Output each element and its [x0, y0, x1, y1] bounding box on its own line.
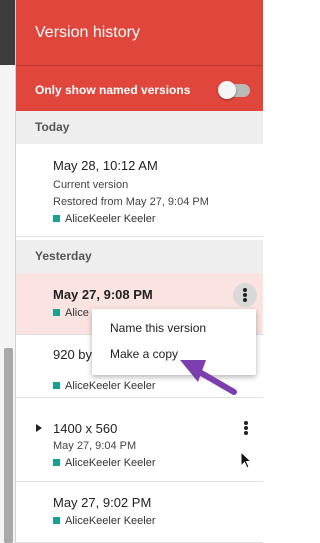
version-title: 1400 x 560: [53, 421, 118, 436]
author-color-square: [53, 309, 60, 316]
named-versions-toggle[interactable]: [215, 79, 255, 101]
version-history-panel: Version history Only show named versions…: [15, 0, 263, 543]
version-item[interactable]: 1400 x 560 May 27, 9:04 PM AliceKeeler K…: [16, 398, 263, 482]
named-versions-label: Only show named versions: [35, 83, 191, 97]
more-vert-icon[interactable]: [234, 416, 258, 440]
version-author: AliceKeeler Keeler: [53, 380, 156, 392]
version-title: May 28, 10:12 AM: [53, 158, 158, 173]
version-author: Alice: [53, 307, 89, 319]
author-color-square: [53, 215, 60, 222]
author-name: AliceKeeler Keeler: [65, 457, 156, 469]
author-color-square: [53, 382, 60, 389]
header-divider: [16, 65, 263, 66]
more-vert-icon[interactable]: [233, 283, 257, 307]
annotation-arrow: [180, 360, 237, 395]
panel-title: Version history: [35, 24, 140, 41]
author-name: Alice: [65, 307, 89, 319]
background-strip: [0, 0, 15, 543]
mouse-pointer-icon: [240, 451, 253, 469]
toggle-knob: [218, 81, 236, 99]
background-scrollbar[interactable]: [4, 348, 13, 543]
author-name: AliceKeeler Keeler: [65, 515, 156, 527]
panel-header: Version history Only show named versions: [16, 0, 263, 111]
version-subtitle: Current version: [53, 179, 129, 191]
expand-triangle-icon[interactable]: [36, 424, 42, 432]
version-item[interactable]: May 27, 9:02 PM AliceKeeler Keeler: [16, 482, 263, 543]
author-color-square: [53, 517, 60, 524]
version-subtitle: May 27, 9:04 PM: [53, 440, 137, 452]
author-name: AliceKeeler Keeler: [65, 380, 156, 392]
author-name: AliceKeeler Keeler: [65, 213, 156, 225]
version-author: AliceKeeler Keeler: [53, 213, 156, 225]
menu-item-name-version[interactable]: Name this version: [92, 315, 256, 341]
version-title: May 27, 9:08 PM: [53, 287, 153, 302]
version-title: 920 by: [53, 347, 93, 362]
section-yesterday: Yesterday: [16, 240, 263, 273]
version-author: AliceKeeler Keeler: [53, 457, 156, 469]
version-detail: Restored from May 27, 9:04 PM: [53, 196, 209, 208]
background-toolbar: [0, 0, 15, 65]
version-item[interactable]: May 28, 10:12 AM Current version Restore…: [16, 144, 263, 237]
version-author: AliceKeeler Keeler: [53, 515, 156, 527]
version-title: May 27, 9:02 PM: [53, 495, 152, 510]
author-color-square: [53, 459, 60, 466]
section-today: Today: [16, 111, 263, 144]
